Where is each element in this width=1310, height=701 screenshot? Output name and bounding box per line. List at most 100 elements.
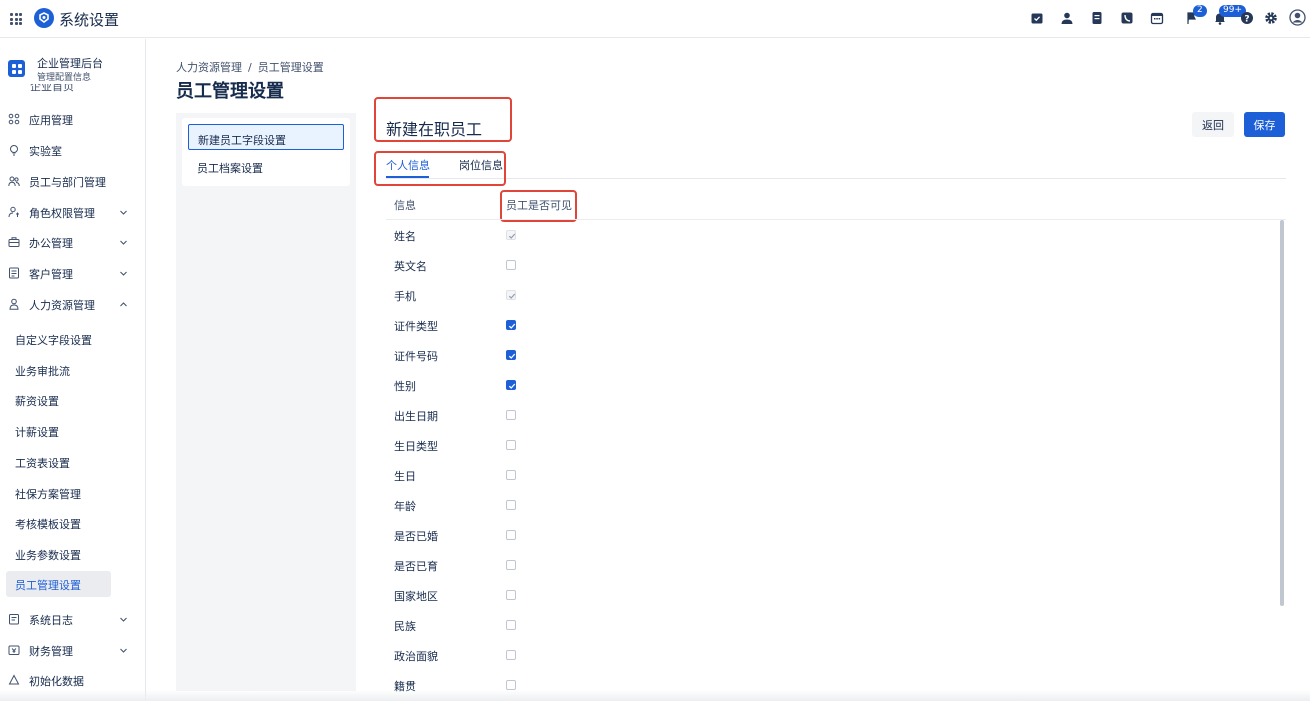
apps-icon	[8, 113, 20, 125]
field-row-label: 年龄	[394, 500, 416, 513]
sidebar-item-init-data[interactable]: 初始化数据	[0, 668, 145, 692]
field-row-label: 证件号码	[394, 350, 438, 363]
log-icon	[8, 613, 20, 625]
user-icon[interactable]	[1060, 11, 1074, 25]
visible-checkbox[interactable]	[506, 380, 516, 390]
visible-checkbox[interactable]	[506, 530, 516, 540]
finance-icon	[8, 644, 20, 656]
sidebar-item-hr[interactable]: 人力资源管理	[0, 292, 145, 316]
sidebar-subitem-payroll-calc[interactable]: 计薪设置	[6, 418, 111, 444]
settings-menu: 新建员工字段设置 员工档案设置	[182, 118, 350, 186]
chevron-down-icon	[119, 237, 128, 246]
visible-checkbox[interactable]	[506, 350, 516, 360]
visible-checkbox[interactable]	[506, 680, 516, 690]
field-row-label: 出生日期	[394, 410, 438, 423]
field-row-label: 民族	[394, 620, 416, 633]
calendar-icon[interactable]	[1150, 11, 1164, 25]
back-button[interactable]: 返回	[1192, 112, 1234, 137]
tab-position-info[interactable]: 岗位信息	[459, 157, 503, 173]
role-icon	[8, 206, 20, 218]
document-icon[interactable]	[1090, 11, 1104, 25]
person-icon	[8, 298, 20, 310]
sidebar-subitem-approval-flow[interactable]: 业务审批流	[6, 357, 111, 383]
app-grid-icon[interactable]	[10, 13, 22, 25]
visible-checkbox[interactable]	[506, 470, 516, 480]
form-tabs: 个人信息 岗位信息	[386, 150, 1286, 179]
org-name: 企业管理后台	[37, 57, 103, 70]
breadcrumb-current: 员工管理设置	[257, 61, 324, 74]
settings-menu-employee-records[interactable]: 员工档案设置	[188, 153, 344, 179]
phone-icon[interactable]	[1120, 11, 1134, 25]
visible-checkbox[interactable]	[506, 560, 516, 570]
sidebar-item-label: 系统日志	[29, 614, 73, 627]
calendar-check-icon[interactable]	[1030, 11, 1044, 25]
help-icon[interactable]: ?	[1240, 11, 1254, 25]
sidebar-subitem-payslip-settings[interactable]: 工资表设置	[6, 449, 111, 475]
svg-text:?: ?	[1244, 14, 1249, 24]
sidebar-subitem-social-insurance[interactable]: 社保方案管理	[6, 480, 111, 506]
visible-checkbox[interactable]	[506, 590, 516, 600]
sidebar-subitem-assessment-templates[interactable]: 考核模板设置	[6, 510, 111, 536]
visible-checkbox[interactable]	[506, 260, 516, 270]
field-row-label: 是否已育	[394, 560, 438, 573]
field-row-label: 国家地区	[394, 590, 438, 603]
column-header-info: 信息	[394, 199, 416, 212]
breadcrumb: 人力资源管理 / 员工管理设置	[176, 59, 324, 75]
field-row-label: 英文名	[394, 260, 427, 273]
field-row-label: 姓名	[394, 230, 416, 243]
briefcase-icon	[8, 236, 20, 248]
gear-icon[interactable]	[1264, 11, 1278, 25]
sidebar-item-label: 客户管理	[29, 268, 73, 281]
bulb-icon	[8, 144, 20, 156]
table-scrollbar[interactable]	[1280, 220, 1284, 606]
visible-checkbox[interactable]	[506, 440, 516, 450]
sidebar-item-roles[interactable]: 角色权限管理	[0, 200, 145, 224]
visible-checkbox[interactable]	[506, 410, 516, 420]
visible-checkbox[interactable]	[506, 320, 516, 330]
settings-menu-panel: 新建员工字段设置 员工档案设置	[176, 113, 356, 691]
org-icon	[8, 60, 25, 77]
field-row-label: 手机	[394, 290, 416, 303]
avatar-icon[interactable]	[1289, 9, 1306, 26]
field-row-label: 生日	[394, 470, 416, 483]
sidebar-item-office[interactable]: 办公管理	[0, 230, 145, 254]
field-row-label: 证件类型	[394, 320, 438, 333]
visible-checkbox[interactable]	[506, 500, 516, 510]
chevron-down-icon	[119, 614, 128, 623]
breadcrumb-separator: /	[248, 61, 252, 74]
sidebar-item-label: 实验室	[29, 145, 62, 158]
bottom-edge	[0, 690, 1310, 701]
field-row-label: 政治面貌	[394, 650, 438, 663]
sidebar-subitem-employee-management[interactable]: 员工管理设置	[6, 571, 111, 597]
org-header[interactable]: 企业管理后台 管理配置信息	[8, 54, 138, 84]
people-icon	[8, 175, 20, 187]
visible-checkbox[interactable]	[506, 620, 516, 630]
logo-icon	[34, 8, 54, 28]
sidebar-item-system-log[interactable]: 系统日志	[0, 607, 145, 631]
visible-checkbox[interactable]	[506, 650, 516, 660]
sidebar-item-label: 人力资源管理	[29, 299, 95, 312]
sidebar-item-lab[interactable]: 实验室	[0, 138, 145, 162]
sidebar-item-employees-departments[interactable]: 员工与部门管理	[0, 169, 145, 193]
sidebar-item-finance[interactable]: 财务管理	[0, 638, 145, 662]
tab-personal-info[interactable]: 个人信息	[386, 157, 430, 173]
field-row-label: 生日类型	[394, 440, 438, 453]
sidebar-item-customers[interactable]: 客户管理	[0, 261, 145, 285]
field-row-label: 性别	[394, 380, 416, 393]
flag-count-badge: 2	[1193, 5, 1207, 17]
settings-menu-new-employee-fields[interactable]: 新建员工字段设置	[188, 124, 344, 150]
chevron-up-icon	[119, 299, 128, 308]
sidebar-subitem-salary-settings[interactable]: 薪资设置	[6, 387, 111, 413]
recycle-icon	[8, 674, 20, 686]
org-subtitle: 管理配置信息	[37, 73, 92, 83]
sidebar-item-apps[interactable]: 应用管理	[0, 107, 145, 131]
sidebar-item-label: 初始化数据	[29, 675, 84, 688]
sidebar: 企业首页 企业管理后台 管理配置信息 应用管理 实验室 员工与部门管理 角色权限…	[0, 39, 146, 701]
sidebar-subitem-business-params[interactable]: 业务参数设置	[6, 541, 111, 567]
save-button[interactable]: 保存	[1244, 112, 1285, 137]
page-title: 员工管理设置	[176, 81, 284, 102]
visible-checkbox	[506, 290, 516, 300]
breadcrumb-parent[interactable]: 人力资源管理	[176, 61, 242, 74]
sidebar-subitem-custom-fields[interactable]: 自定义字段设置	[6, 326, 111, 352]
chevron-down-icon	[119, 645, 128, 654]
